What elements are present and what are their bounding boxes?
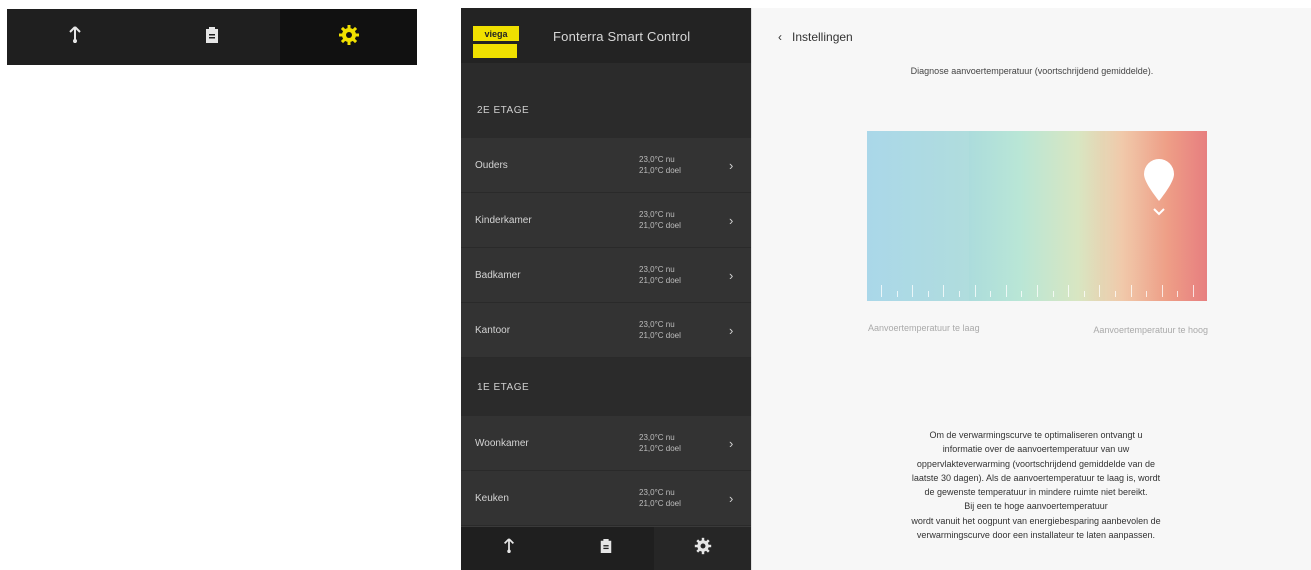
description-text: Om de verwarmingscurve te optimaliseren … (836, 428, 1236, 542)
room-row-kinderkamer[interactable]: Kinderkamer 23,0°C nu 21,0°C doel › (461, 193, 751, 248)
gauge-tick (927, 291, 929, 297)
temp-target: 21,0°C doel (639, 166, 681, 175)
back-button[interactable]: ‹ Instellingen (778, 30, 853, 44)
label-too-low: Aanvoertemperatuur te laag (868, 323, 980, 333)
gauge-tick (974, 285, 976, 297)
gauge-tick (1146, 291, 1148, 297)
gauge-tick (1099, 285, 1101, 297)
gauge-tick (912, 285, 914, 297)
chevron-right-icon: › (729, 267, 734, 283)
temp-now: 23,0°C nu (639, 210, 675, 219)
thermometer-icon (502, 537, 516, 560)
room-temperature: 23,0°C nu 21,0°C doel (639, 209, 681, 231)
temp-now: 23,0°C nu (639, 488, 675, 497)
room-name: Ouders (475, 159, 508, 171)
room-name: Badkamer (475, 269, 521, 281)
room-name: Keuken (475, 492, 509, 504)
room-row-badkamer[interactable]: Badkamer 23,0°C nu 21,0°C doel › (461, 248, 751, 303)
gauge-tick (1161, 285, 1163, 297)
room-name: Kantoor (475, 324, 511, 336)
temp-now: 23,0°C nu (639, 320, 675, 329)
chevron-right-icon: › (729, 490, 734, 506)
room-sidebar: viega Fonterra Smart Control 2E ETAGE Ou… (461, 8, 751, 570)
gauge-tick (1115, 291, 1116, 297)
gauge-tick (1068, 285, 1070, 297)
sidebar-tab-bar (461, 526, 751, 570)
room-temperature: 23,0°C nu 21,0°C doel (639, 319, 681, 341)
gauge-tick (1021, 291, 1023, 297)
chevron-right-icon: › (729, 212, 734, 228)
chevron-right-icon: › (729, 435, 734, 451)
temp-now: 23,0°C nu (639, 265, 675, 274)
description-line: wordt vanuit het oogpunt van energiebesp… (911, 515, 1161, 526)
page-title: Instellingen (792, 30, 853, 44)
tab-settings[interactable] (654, 527, 751, 570)
section-title: 1E ETAGE (461, 358, 751, 416)
temp-target: 21,0°C doel (639, 444, 681, 453)
gauge-tick (881, 285, 882, 297)
tab-rooms[interactable] (461, 527, 558, 570)
room-row-woonkamer[interactable]: Woonkamer 23,0°C nu 21,0°C doel › (461, 416, 751, 471)
gauge-zone-low (867, 131, 969, 301)
temp-target: 21,0°C doel (639, 221, 681, 230)
logo-bar (473, 44, 517, 58)
description-line: oppervlakteverwarming (voortschrijdend g… (916, 458, 1156, 469)
room-row-keuken[interactable]: Keuken 23,0°C nu 21,0°C doel › (461, 471, 751, 526)
tab-overview[interactable] (144, 9, 281, 65)
tab-rooms[interactable] (7, 9, 144, 65)
room-row-ouders[interactable]: Ouders 23,0°C nu 21,0°C doel › (461, 138, 751, 193)
temp-target: 21,0°C doel (639, 276, 681, 285)
temp-now: 23,0°C nu (639, 155, 675, 164)
chevron-right-icon: › (729, 322, 734, 338)
label-too-high: Aanvoertemperatuur te hoog (1093, 325, 1208, 335)
section-title: 2E ETAGE (461, 63, 751, 138)
room-row-kantoor[interactable]: Kantoor 23,0°C nu 21,0°C doel › (461, 303, 751, 358)
gauge-marker-icon (1142, 159, 1176, 226)
description-line: Bij een te hoge aanvoertemperatuur (964, 501, 1108, 512)
thermometer-icon (67, 25, 83, 50)
room-name: Woonkamer (475, 437, 529, 449)
app-title: Fonterra Smart Control (553, 29, 691, 44)
gear-icon (694, 537, 712, 560)
temp-target: 21,0°C doel (639, 331, 681, 340)
gauge-tick (1083, 291, 1085, 297)
clipboard-icon (204, 25, 220, 50)
chevron-right-icon: › (729, 157, 734, 173)
gauge-tick (990, 291, 992, 297)
tab-overview[interactable] (558, 527, 655, 570)
mini-tab-bar (7, 9, 418, 65)
description-line: verwarmingscurve door een installateur t… (916, 530, 1156, 541)
settings-panel: ‹ Instellingen Diagnose aanvoertemperatu… (751, 8, 1311, 570)
gauge-tick (1130, 285, 1132, 297)
flow-temperature-gauge (867, 131, 1207, 301)
room-temperature: 23,0°C nu 21,0°C doel (639, 487, 681, 509)
gauge-tick (1177, 291, 1179, 297)
description-line: informatie over de aanvoertemperatuur va… (942, 444, 1130, 455)
chevron-left-icon: ‹ (778, 30, 782, 44)
gauge-tick (959, 291, 960, 297)
tab-settings[interactable] (280, 9, 418, 65)
description-line: de gewenste temperatuur in mindere ruimt… (924, 487, 1148, 498)
room-name: Kinderkamer (475, 214, 532, 226)
temp-target: 21,0°C doel (639, 499, 681, 508)
clipboard-icon (599, 537, 613, 560)
gauge-tick (943, 285, 945, 297)
page: viega Fonterra Smart Control 2E ETAGE Ou… (0, 0, 1311, 570)
gauge-tick (1052, 291, 1054, 297)
room-temperature: 23,0°C nu 21,0°C doel (639, 432, 681, 454)
gauge-tick (1005, 285, 1007, 297)
temp-now: 23,0°C nu (639, 433, 675, 442)
gauge-tick (1193, 285, 1194, 297)
viega-logo: viega (473, 26, 519, 41)
sidebar-header: viega Fonterra Smart Control (461, 8, 751, 63)
intro-text: Diagnose aanvoertemperatuur (voortschrij… (910, 66, 1154, 76)
room-temperature: 23,0°C nu 21,0°C doel (639, 154, 681, 176)
room-temperature: 23,0°C nu 21,0°C doel (639, 264, 681, 286)
gauge-ticks (867, 281, 1207, 297)
gauge-tick (896, 291, 898, 297)
gear-icon (338, 24, 360, 51)
description-line: laatste 30 dagen). Als de aanvoertempera… (911, 472, 1161, 483)
description-line: Om de verwarmingscurve te optimaliseren … (929, 430, 1143, 440)
gauge-tick (1037, 285, 1038, 297)
